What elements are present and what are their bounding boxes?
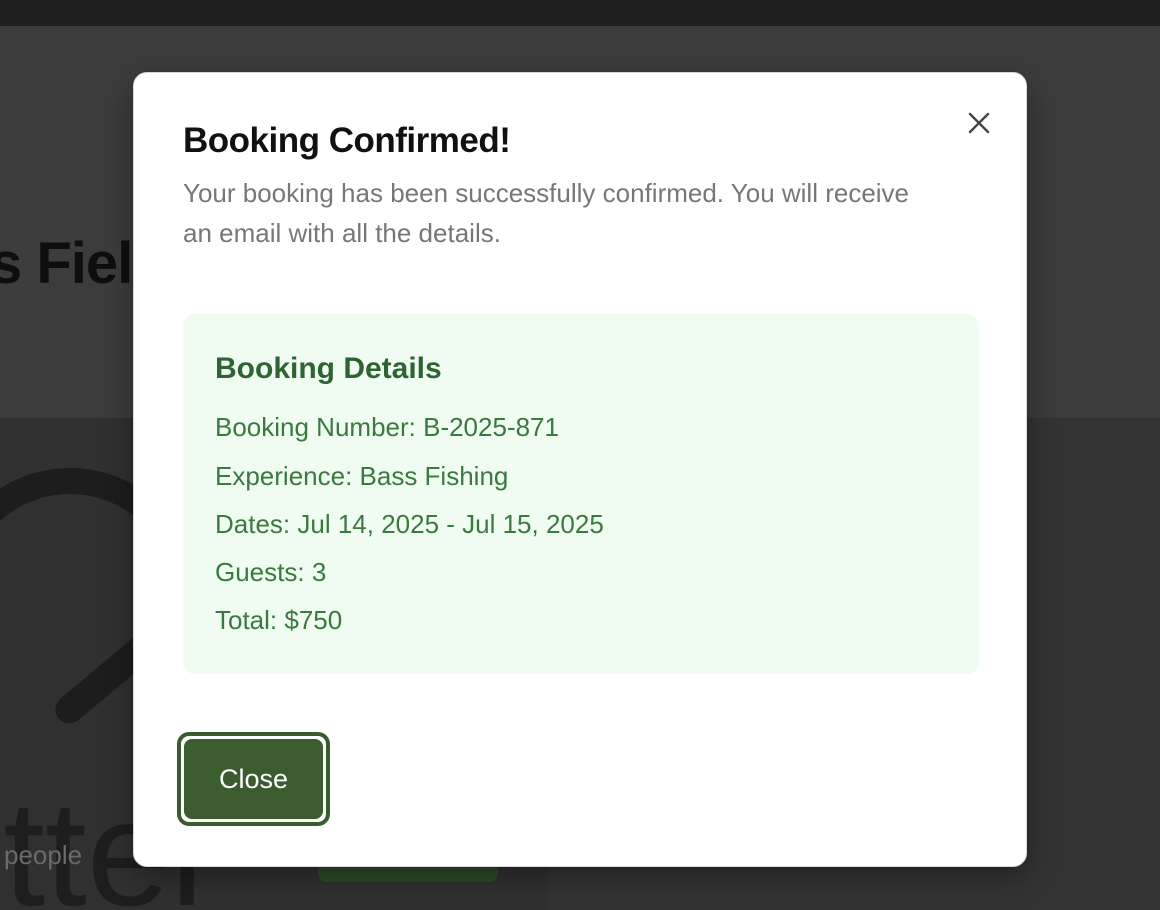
top-bar bbox=[0, 0, 1160, 26]
close-icon bbox=[968, 112, 990, 134]
booking-dates: Dates: Jul 14, 2025 - Jul 15, 2025 bbox=[215, 509, 604, 539]
booking-confirmed-dialog: Booking Confirmed! Your booking has been… bbox=[133, 72, 1027, 867]
background-page-title: s Fiel bbox=[0, 231, 133, 296]
booking-number: Booking Number: B-2025-871 bbox=[215, 412, 559, 442]
dialog-title: Booking Confirmed! bbox=[183, 121, 511, 160]
background-caption: people bbox=[4, 840, 83, 870]
close-button-label: Close bbox=[184, 739, 323, 819]
booking-details-panel: Booking Details Booking Number: B-2025-8… bbox=[183, 314, 979, 674]
close-icon-button[interactable] bbox=[961, 105, 997, 141]
booking-total: Total: $750 bbox=[215, 605, 343, 635]
booking-details-title: Booking Details bbox=[215, 352, 442, 385]
booking-guests: Guests: 3 bbox=[215, 557, 327, 587]
close-button[interactable]: Close bbox=[177, 732, 330, 826]
booking-experience: Experience: Bass Fishing bbox=[215, 461, 509, 491]
dialog-description: Your booking has been successfully confi… bbox=[183, 178, 910, 248]
